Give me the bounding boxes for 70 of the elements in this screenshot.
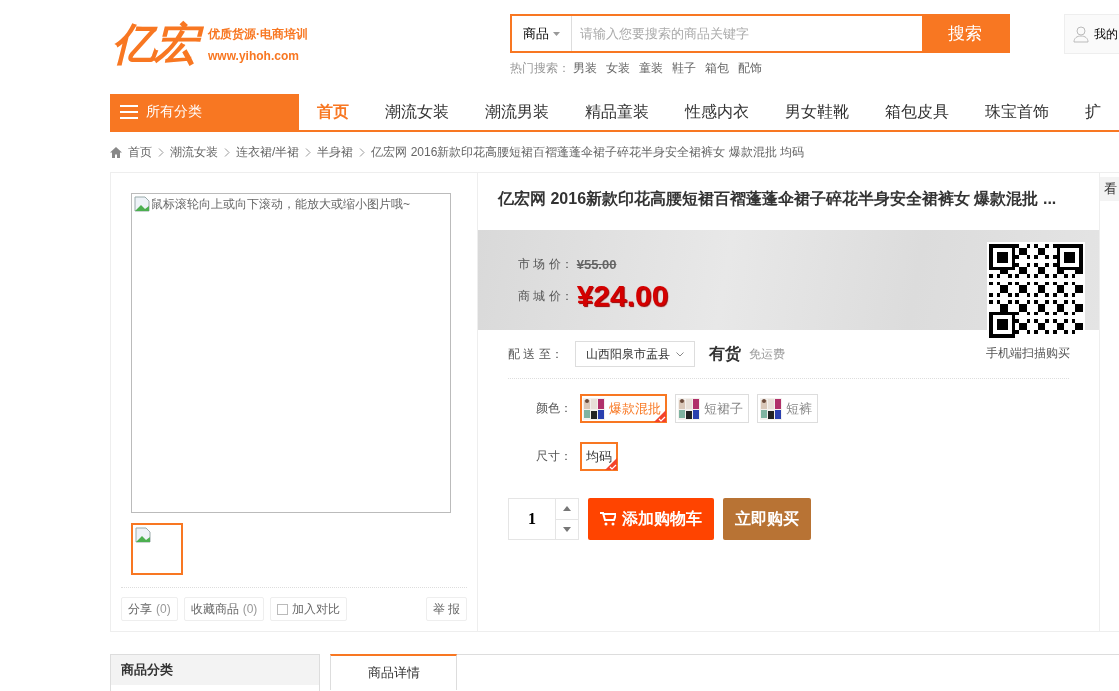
hot-search-link[interactable]: 鞋子 bbox=[672, 60, 696, 77]
nav-link[interactable]: 珠宝首饰 bbox=[967, 94, 1067, 130]
cart-icon bbox=[600, 512, 616, 526]
hot-search-link[interactable]: 男装 bbox=[573, 60, 597, 77]
hot-search-link[interactable]: 箱包 bbox=[705, 60, 729, 77]
quantity-stepper[interactable]: 1 bbox=[508, 498, 579, 540]
action-count: (0) bbox=[156, 602, 171, 616]
hot-search-label: 热门搜索： bbox=[510, 60, 570, 77]
up-arrow-icon bbox=[563, 506, 571, 512]
logo-mark: 亿宏 bbox=[110, 18, 204, 70]
chevron-icon bbox=[305, 147, 312, 157]
market-price: ¥55.00 bbox=[576, 257, 617, 272]
option-chip[interactable]: 均码 bbox=[580, 442, 618, 471]
breadcrumb-link[interactable]: 连衣裙/半裙 bbox=[236, 143, 300, 161]
side-tab[interactable]: 看 bbox=[1100, 177, 1119, 201]
region-dropdown[interactable]: 山西阳泉市盂县 bbox=[574, 341, 695, 367]
detail-tab[interactable]: 商品详情 bbox=[330, 654, 457, 690]
action-button[interactable]: 收藏商品 (0) bbox=[183, 597, 265, 621]
broken-image-icon bbox=[135, 527, 151, 543]
category-panel-title: 商品分类 bbox=[111, 655, 319, 685]
option-label: 尺寸： bbox=[535, 448, 572, 465]
home-icon bbox=[110, 146, 122, 158]
chevron-icon bbox=[359, 147, 366, 157]
report-button[interactable]: 举 报 bbox=[425, 597, 467, 621]
chevron-icon bbox=[224, 147, 230, 157]
action-button[interactable]: 分享 (0) bbox=[121, 597, 178, 621]
menu-icon bbox=[120, 105, 138, 119]
checkbox[interactable] bbox=[277, 603, 289, 615]
nav-link[interactable]: 性感内衣 bbox=[667, 94, 767, 130]
ship-label: 配 送 至： bbox=[508, 345, 563, 363]
image-alt-text: 鼠标滚轮向上或向下滚动，能放大或缩小图片哦~ bbox=[151, 196, 410, 213]
price: ¥24.00 bbox=[576, 279, 669, 313]
nav-link[interactable]: 箱包皮具 bbox=[867, 94, 967, 130]
price-label: 商 城 价： bbox=[518, 287, 573, 305]
chevron-icon bbox=[675, 351, 684, 357]
option-label: 颜色： bbox=[535, 400, 572, 417]
hot-search-link[interactable]: 女装 bbox=[606, 60, 630, 77]
down-arrow-icon bbox=[563, 526, 571, 532]
buy-now-button[interactable]: 立即购买 bbox=[723, 498, 811, 540]
thumbnail[interactable] bbox=[131, 523, 183, 575]
chevron-icon bbox=[158, 147, 164, 157]
option-chip[interactable]: 短裙子 bbox=[675, 394, 749, 423]
nav-link[interactable]: 男女鞋靴 bbox=[767, 94, 867, 130]
logo-tagline: 优质货源·电商培训 bbox=[208, 25, 308, 43]
add-to-cart-button[interactable]: 添加购物车 bbox=[588, 498, 714, 540]
user-button[interactable]: 我的 bbox=[1064, 14, 1119, 54]
search-bar[interactable]: 商品 请输入您要搜索的商品关键字 搜索 bbox=[510, 14, 1010, 53]
breadcrumb-link[interactable]: 潮流女装 bbox=[170, 143, 218, 161]
caret-icon bbox=[553, 31, 560, 36]
qr-code-icon bbox=[989, 244, 1083, 338]
freight-note: 免运费 bbox=[748, 345, 785, 363]
nav-link[interactable]: 精品童装 bbox=[567, 94, 667, 130]
action-count: (0) bbox=[242, 602, 258, 616]
broken-image-icon bbox=[134, 196, 150, 212]
nav-link[interactable]: 潮流男装 bbox=[467, 94, 567, 130]
compare-button[interactable]: 加入对比 bbox=[270, 597, 348, 621]
qr-caption: 手机端扫描购买 bbox=[985, 345, 1071, 362]
nav-link[interactable]: 潮流女装 bbox=[367, 94, 467, 130]
logo-url: www.yihoh.com bbox=[208, 48, 300, 63]
nav-link[interactable]: 扩 bbox=[1067, 94, 1119, 130]
breadcrumb-link[interactable]: 首页 bbox=[128, 143, 152, 161]
hot-search-link[interactable]: 配饰 bbox=[738, 60, 762, 77]
user-icon bbox=[1073, 25, 1089, 43]
hot-search-link[interactable]: 童装 bbox=[639, 60, 663, 77]
stock-status: 有货 bbox=[708, 343, 741, 365]
option-chip[interactable]: 短裤 bbox=[757, 394, 818, 423]
breadcrumb-link[interactable]: 半身裙 bbox=[317, 143, 354, 161]
product-title: 亿宏网 2016新款印花高腰短裙百褶蓬蓬伞裙子碎花半身安全裙裤女 爆款混批 ... bbox=[496, 189, 1058, 209]
all-categories-label: 所有分类 bbox=[146, 103, 202, 121]
market-price-label: 市 场 价： bbox=[518, 256, 573, 273]
